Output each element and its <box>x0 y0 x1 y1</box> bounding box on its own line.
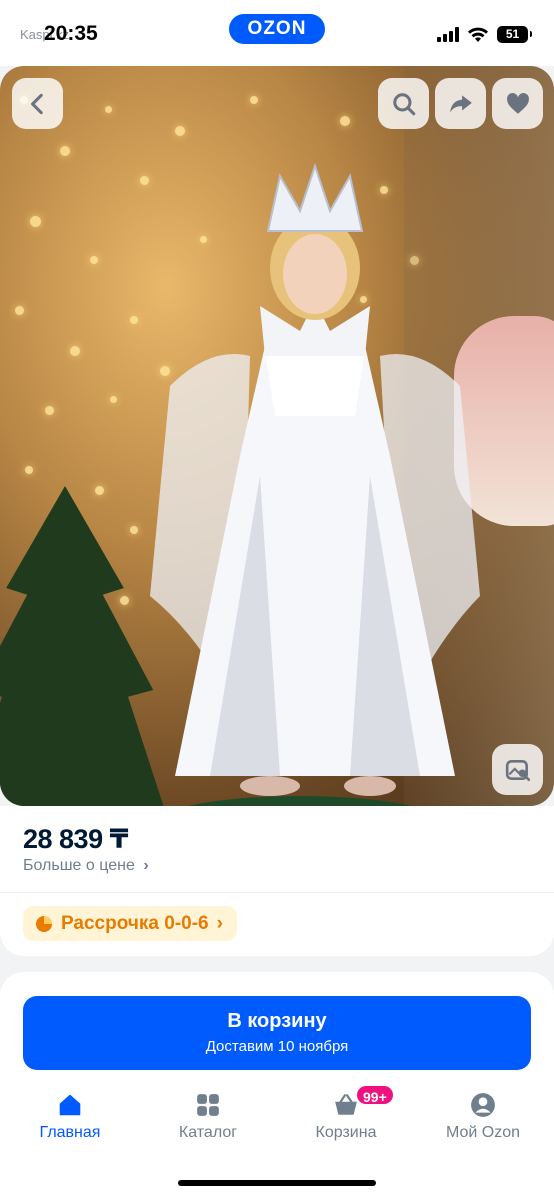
visual-search-button[interactable] <box>492 744 543 795</box>
wifi-icon <box>468 27 488 42</box>
tab-home-label: Главная <box>39 1124 101 1141</box>
tab-cart-label: Корзина <box>315 1124 377 1141</box>
tab-my-ozon[interactable]: Мой Ozon <box>428 1092 538 1142</box>
product-photo[interactable] <box>0 66 554 806</box>
status-bar: Kaspi.kz 20:35 OZON 51 <box>0 0 554 66</box>
back-button[interactable] <box>12 78 63 129</box>
installment-label: Рассрочка 0-0-6 <box>61 912 209 934</box>
tab-catalog-label: Каталог <box>178 1124 238 1141</box>
chevron-left-icon <box>30 93 43 114</box>
share-icon <box>449 94 472 113</box>
price-details-label: Больше о цене <box>23 857 135 874</box>
ozon-logo: OZON <box>229 14 325 44</box>
tab-cart[interactable]: Корзина 99+ <box>291 1084 401 1142</box>
price-details-link[interactable]: Больше о цене › <box>23 857 149 875</box>
installment-badge[interactable]: Рассрочка 0-0-6 › <box>23 906 237 941</box>
costume-model-image <box>150 162 480 796</box>
chevron-right-icon: › <box>143 857 149 874</box>
home-indicator <box>178 1180 376 1186</box>
search-icon <box>392 92 415 115</box>
add-to-cart-label: В корзину <box>227 1010 327 1032</box>
image-search-icon <box>505 759 530 781</box>
signal-icon <box>437 27 459 42</box>
add-to-cart-button[interactable]: В корзину Доставим 10 ноября <box>23 996 531 1070</box>
bottom-tab-bar: Главная Каталог Корзина 99+ Мой Ozon <box>0 1084 554 1152</box>
search-button[interactable] <box>378 78 429 129</box>
divider <box>0 892 554 893</box>
cart-count-badge: 99+ <box>355 1084 395 1106</box>
catalog-icon <box>197 1094 219 1116</box>
share-button[interactable] <box>435 78 486 129</box>
product-price: 28 839 ₸ <box>23 824 128 854</box>
bottom-panel: В корзину Доставим 10 ноября Главная Кат… <box>0 972 554 1200</box>
battery-icon: 51 <box>497 26 532 43</box>
pie-chart-icon <box>36 915 52 932</box>
status-time: 20:35 <box>44 22 98 45</box>
home-icon <box>59 1094 81 1116</box>
heart-icon <box>506 92 529 114</box>
chevron-right-icon: › <box>216 912 223 934</box>
favorite-button[interactable] <box>492 78 543 129</box>
delivery-date: Доставим 10 ноября <box>205 1038 349 1055</box>
tab-my-ozon-label: Мой Ozon <box>445 1124 521 1141</box>
tab-home[interactable]: Главная <box>15 1092 125 1142</box>
price-card: 28 839 ₸ Больше о цене › Рассрочка 0-0-6… <box>0 806 554 956</box>
profile-icon <box>471 1093 495 1117</box>
tab-catalog[interactable]: Каталог <box>153 1092 263 1142</box>
status-icons: 51 <box>437 26 532 43</box>
